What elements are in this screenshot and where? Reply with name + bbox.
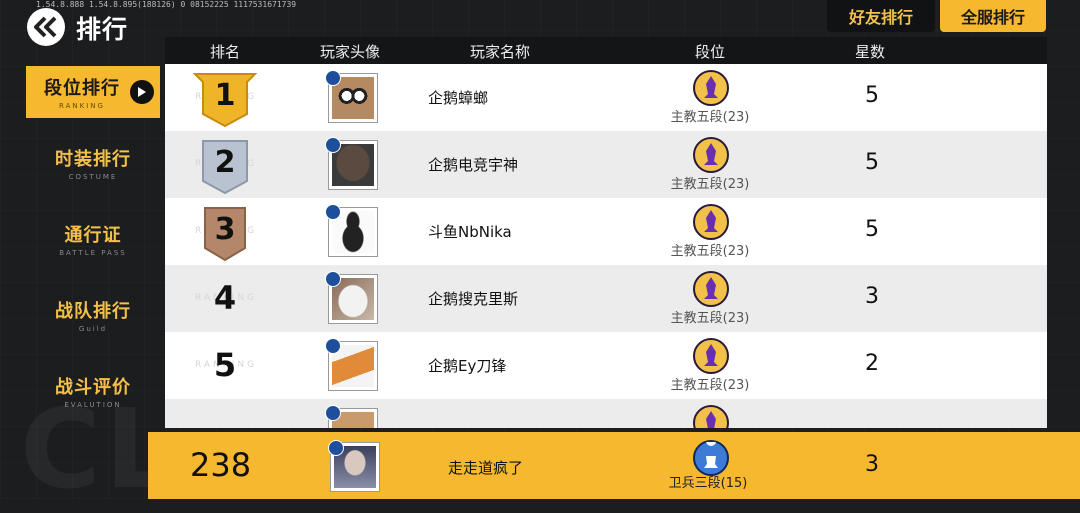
guard-tier-icon: [693, 436, 729, 476]
tab-friends-ranking[interactable]: 好友排行: [827, 0, 935, 32]
star-count: 5: [865, 83, 879, 108]
play-arrow-icon: [130, 80, 154, 104]
rank-number: 2: [214, 145, 236, 180]
rank-number: 4: [213, 279, 237, 317]
male-gender-icon: [325, 338, 341, 354]
my-rank-number: 238: [190, 446, 252, 484]
tier-label: 主教五段(23): [670, 110, 750, 125]
bishop-tier-icon: [693, 70, 729, 106]
sidebar-item-label: 战队排行: [55, 301, 131, 322]
sidebar-item-costume[interactable]: 时装排行 COSTUME: [26, 137, 160, 189]
debug-version-text: 1.54.8.888 1.54.8.895(188126) 0 08152225…: [36, 0, 297, 9]
male-gender-icon: [325, 271, 341, 287]
table-row[interactable]: RANKING 2 企鹅电竞宇神 主教五段(23) 5: [165, 131, 1047, 198]
sidebar-item-sublabel: BATTLE PASS: [59, 249, 127, 257]
sidebar-item-label: 时装排行: [55, 149, 131, 170]
player-name: 企鹅蟑螂: [428, 89, 489, 107]
sidebar-item-battle-pass[interactable]: 通行证 BATTLE PASS: [26, 213, 160, 265]
rank-number: 5: [213, 346, 237, 384]
star-count: 5: [865, 217, 879, 242]
bronze-medal-icon: 3: [193, 206, 257, 262]
tier-label: 主教五段(23): [670, 378, 750, 393]
table-row[interactable]: RANKING 1 企鹅蟑螂 主教五段(23) 5: [165, 64, 1047, 131]
sidebar-item-sublabel: EVALUTION: [64, 401, 122, 409]
page-title: 排行: [76, 15, 129, 44]
sidebar-item-sublabel: COSTUME: [68, 173, 118, 181]
table-row[interactable]: [165, 399, 1047, 428]
player-name: 斗鱼NbNika: [428, 223, 512, 241]
ranking-list[interactable]: RANKING 1 企鹅蟑螂 主教五段(23) 5 RANKING 2 企鹅电竞…: [165, 64, 1047, 428]
bishop-tier-icon: [693, 271, 729, 307]
table-row[interactable]: RANKING 4 企鹅搜克里斯 主教五段(23) 3: [165, 265, 1047, 332]
sidebar-item-label: 战斗评价: [55, 377, 131, 398]
column-header-rank: 排名: [209, 43, 240, 61]
tab-server-ranking[interactable]: 全服排行: [940, 0, 1046, 32]
column-header-name: 玩家名称: [469, 43, 530, 61]
bishop-tier-icon: [693, 137, 729, 173]
male-gender-icon: [325, 70, 341, 86]
tier-label: 主教五段(23): [670, 244, 750, 259]
sidebar-item-evaluation[interactable]: 战斗评价 EVALUTION: [26, 365, 160, 417]
star-count: 5: [865, 150, 879, 175]
gold-medal-icon: 1: [192, 72, 258, 128]
column-header-stars: 星数: [854, 43, 885, 61]
column-header-tier: 段位: [694, 43, 725, 61]
sidebar-item-sublabel: RANKING: [59, 102, 105, 110]
double-chevron-left-icon: [34, 16, 57, 38]
player-name: 企鹅Ey刀锋: [428, 357, 507, 375]
star-count: 2: [865, 351, 879, 376]
rank-number: 1: [214, 78, 236, 113]
sidebar-item-sublabel: Guild: [78, 325, 108, 333]
back-button[interactable]: [27, 8, 65, 46]
player-name: 企鹅电竞宇神: [428, 156, 519, 174]
sidebar-item-guild[interactable]: 战队排行 Guild: [26, 289, 160, 341]
my-tier-label: 卫兵三段(15): [668, 476, 748, 491]
my-player-name: 走走道疯了: [448, 459, 524, 477]
column-header-avatar: 玩家头像: [319, 43, 380, 61]
player-name: 企鹅搜克里斯: [428, 290, 519, 308]
tier-label: 主教五段(23): [670, 311, 750, 326]
my-star-count: 3: [865, 452, 879, 477]
bishop-tier-icon: [693, 204, 729, 240]
table-row[interactable]: RANKING 3 斗鱼NbNika 主教五段(23) 5: [165, 198, 1047, 265]
male-gender-icon: [328, 440, 344, 456]
male-gender-icon: [325, 137, 341, 153]
rank-number: 3: [214, 212, 236, 247]
silver-medal-icon: 2: [193, 139, 257, 195]
bishop-tier-icon: [693, 338, 729, 374]
tier-label: 主教五段(23): [670, 177, 750, 192]
sidebar-item-label: 通行证: [64, 225, 122, 246]
male-gender-icon: [325, 405, 341, 421]
table-header: 排名 玩家头像 玩家名称 段位 星数: [165, 37, 1047, 64]
male-gender-icon: [325, 204, 341, 220]
bishop-tier-icon: [693, 405, 729, 428]
sidebar-item-ranking[interactable]: 段位排行 RANKING: [26, 66, 160, 118]
star-count: 3: [865, 284, 879, 309]
my-ranking-bar[interactable]: 238 走走道疯了 卫兵三段(15) 3: [148, 432, 1080, 499]
table-row[interactable]: RANKING 5 企鹅Ey刀锋 主教五段(23) 2: [165, 332, 1047, 399]
sidebar-item-label: 段位排行: [44, 78, 120, 99]
